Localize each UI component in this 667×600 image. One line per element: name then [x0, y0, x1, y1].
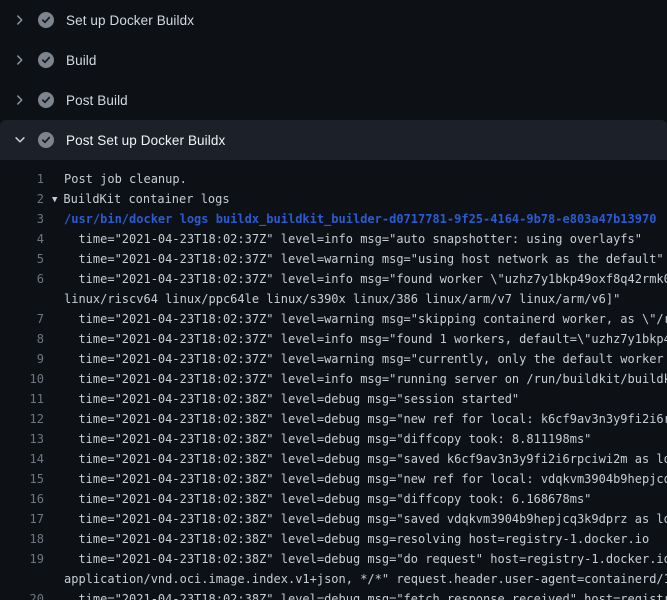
step-row[interactable]: Set up Docker Buildx — [0, 0, 667, 40]
log-line: 15 time="2021-04-23T18:02:38Z" level=deb… — [0, 469, 667, 489]
step-label: Set up Docker Buildx — [66, 13, 194, 28]
log-line: 11 time="2021-04-23T18:02:38Z" level=deb… — [0, 389, 667, 409]
line-number[interactable]: 17 — [0, 512, 44, 526]
log-line: 2 ▼ BuildKit container logs — [0, 189, 667, 209]
line-number[interactable]: 19 — [0, 552, 44, 566]
command-log-text: /usr/bin/docker logs buildx_buildkit_bui… — [64, 212, 656, 226]
log-line-text: time="2021-04-23T18:02:37Z" level=info m… — [64, 232, 642, 246]
log-line-text: time="2021-04-23T18:02:38Z" level=debug … — [64, 532, 649, 546]
line-number[interactable]: 10 — [0, 372, 44, 386]
log-line-text: time="2021-04-23T18:02:37Z" level=warnin… — [64, 352, 667, 366]
line-number[interactable]: 7 — [0, 312, 44, 326]
line-number[interactable]: 2 — [0, 192, 44, 206]
log-line-text: time="2021-04-23T18:02:38Z" level=debug … — [64, 492, 591, 506]
step-label: Post Build — [66, 93, 128, 108]
log-line-text: time="2021-04-23T18:02:38Z" level=debug … — [64, 512, 667, 526]
step-row[interactable]: Post Set up Docker Buildx — [0, 120, 667, 160]
line-number[interactable]: 4 — [0, 232, 44, 246]
line-number[interactable]: 16 — [0, 492, 44, 506]
step-label: Post Set up Docker Buildx — [66, 133, 225, 148]
check-circle-icon — [38, 12, 54, 28]
log-line: 1 Post job cleanup. — [0, 169, 667, 189]
log-line: 12 time="2021-04-23T18:02:38Z" level=deb… — [0, 409, 667, 429]
log-line-text: time="2021-04-23T18:02:37Z" level=warnin… — [64, 312, 667, 326]
log-line: 16 time="2021-04-23T18:02:38Z" level=deb… — [0, 489, 667, 509]
log-line-text: time="2021-04-23T18:02:38Z" level=debug … — [64, 392, 519, 406]
log-line-text: Post job cleanup. — [64, 172, 187, 186]
line-number[interactable]: 20 — [0, 592, 44, 600]
steps-list: Set up Docker Buildx Build Post Build Post … — [0, 0, 667, 160]
log-line-text: time="2021-04-23T18:02:38Z" level=debug … — [64, 452, 667, 466]
log-line: 9 time="2021-04-23T18:02:37Z" level=warn… — [0, 349, 667, 369]
line-number[interactable]: 6 — [0, 272, 44, 286]
line-number[interactable]: 11 — [0, 392, 44, 406]
log-line: 13 time="2021-04-23T18:02:38Z" level=deb… — [0, 429, 667, 449]
line-number[interactable]: 8 — [0, 332, 44, 346]
triangle-down-icon[interactable]: ▼ — [52, 195, 57, 205]
log-line-text: time="2021-04-23T18:02:37Z" level=warnin… — [64, 252, 664, 266]
log-line-text: linux/riscv64 linux/ppc64le linux/s390x … — [64, 292, 620, 306]
log-line: 18 time="2021-04-23T18:02:38Z" level=deb… — [0, 529, 667, 549]
log-line: 8 time="2021-04-23T18:02:37Z" level=info… — [0, 329, 667, 349]
log-line: 6 time="2021-04-23T18:02:37Z" level=info… — [0, 269, 667, 289]
line-number[interactable]: 18 — [0, 532, 44, 546]
line-number[interactable]: 14 — [0, 452, 44, 466]
chevron-right-icon[interactable] — [12, 92, 28, 108]
step-row[interactable]: Build — [0, 40, 667, 80]
line-number[interactable]: 5 — [0, 252, 44, 266]
log-line: 17 time="2021-04-23T18:02:38Z" level=deb… — [0, 509, 667, 529]
log-line-text: time="2021-04-23T18:02:37Z" level=info m… — [64, 272, 667, 286]
check-circle-icon — [38, 52, 54, 68]
log-line-text: time="2021-04-23T18:02:38Z" level=debug … — [64, 412, 667, 426]
log-line-text: application/vnd.oci.image.index.v1+json,… — [64, 572, 667, 586]
line-number[interactable]: 13 — [0, 432, 44, 446]
actions-log-viewer: Set up Docker Buildx Build Post Build Post … — [0, 0, 667, 600]
line-number[interactable]: 12 — [0, 412, 44, 426]
log-line: 19 time="2021-04-23T18:02:38Z" level=deb… — [0, 549, 667, 569]
line-number[interactable]: 9 — [0, 352, 44, 366]
log-line: 3/usr/bin/docker logs buildx_buildkit_bu… — [0, 209, 667, 229]
log-line-text: time="2021-04-23T18:02:38Z" level=debug … — [64, 432, 591, 446]
log-area: 1 Post job cleanup. 2 ▼ BuildKit container l… — [0, 160, 667, 600]
log-line: linux/riscv64 linux/ppc64le linux/s390x … — [0, 289, 667, 309]
group-title: BuildKit container logs — [63, 192, 229, 206]
log-line: 7 time="2021-04-23T18:02:37Z" level=warn… — [0, 309, 667, 329]
log-line: application/vnd.oci.image.index.v1+json,… — [0, 569, 667, 589]
step-label: Build — [66, 53, 97, 68]
log-line-text: time="2021-04-23T18:02:38Z" level=debug … — [64, 592, 667, 600]
log-line: 5 time="2021-04-23T18:02:37Z" level=warn… — [0, 249, 667, 269]
step-row[interactable]: Post Build — [0, 80, 667, 120]
check-circle-icon — [38, 92, 54, 108]
line-number[interactable]: 1 — [0, 172, 44, 186]
log-line: 14 time="2021-04-23T18:02:38Z" level=deb… — [0, 449, 667, 469]
log-line-text: time="2021-04-23T18:02:38Z" level=debug … — [64, 552, 667, 566]
check-circle-icon — [38, 132, 54, 148]
log-line-text: time="2021-04-23T18:02:38Z" level=debug … — [64, 472, 667, 486]
log-line-text: time="2021-04-23T18:02:37Z" level=info m… — [64, 332, 667, 346]
log-line-text: ▼ BuildKit container logs — [52, 192, 230, 206]
chevron-right-icon[interactable] — [12, 12, 28, 28]
log-line: 10 time="2021-04-23T18:02:37Z" level=inf… — [0, 369, 667, 389]
log-line: 20 time="2021-04-23T18:02:38Z" level=deb… — [0, 589, 667, 600]
log-line-text: time="2021-04-23T18:02:37Z" level=info m… — [64, 372, 667, 386]
chevron-down-icon[interactable] — [12, 132, 28, 148]
line-number[interactable]: 3 — [0, 212, 44, 226]
line-number[interactable]: 15 — [0, 472, 44, 486]
chevron-right-icon[interactable] — [12, 52, 28, 68]
log-line: 4 time="2021-04-23T18:02:37Z" level=info… — [0, 229, 667, 249]
